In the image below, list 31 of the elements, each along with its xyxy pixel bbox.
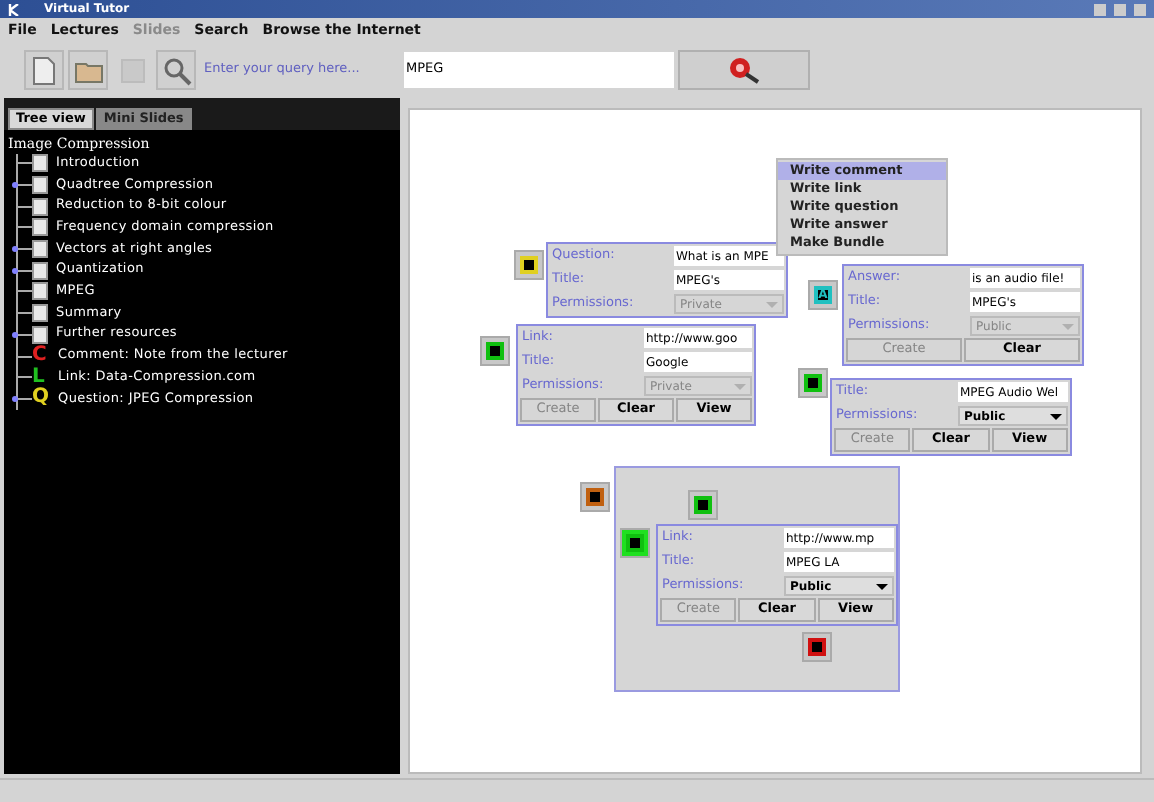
comment-label: C <box>32 346 49 367</box>
toolbar-button[interactable] <box>68 50 108 90</box>
link-icon[interactable] <box>620 528 650 558</box>
toolbar-button[interactable] <box>24 50 64 90</box>
question-icon[interactable] <box>514 250 544 280</box>
comment-icon[interactable] <box>802 632 832 662</box>
expand-handle[interactable] <box>12 246 18 253</box>
expand-handle[interactable] <box>12 331 18 338</box>
caret-icon <box>766 301 778 307</box>
new-document-icon <box>28 54 60 86</box>
close-button[interactable] <box>1134 3 1146 15</box>
expand-handle[interactable] <box>12 267 18 274</box>
expand-handle[interactable] <box>12 395 18 402</box>
link-icon[interactable] <box>798 368 828 398</box>
bundle-icon[interactable] <box>580 482 610 512</box>
link-label: L <box>32 367 45 388</box>
minimize-button[interactable] <box>1094 3 1106 15</box>
search-button[interactable] <box>678 50 810 90</box>
maximize-button[interactable] <box>1114 3 1126 15</box>
caret-icon <box>734 383 746 389</box>
caret-icon <box>1062 323 1074 329</box>
link-icon[interactable] <box>480 336 510 366</box>
search-logo-icon <box>726 56 762 84</box>
toolbar-button[interactable] <box>156 50 196 90</box>
expand-handle[interactable] <box>12 182 18 189</box>
link-icon[interactable] <box>688 490 718 520</box>
caret-icon <box>876 583 888 589</box>
search-icon <box>160 54 192 86</box>
question-label: Q <box>32 388 50 409</box>
caret-icon <box>1050 413 1062 419</box>
app-logo-icon <box>8 3 20 15</box>
